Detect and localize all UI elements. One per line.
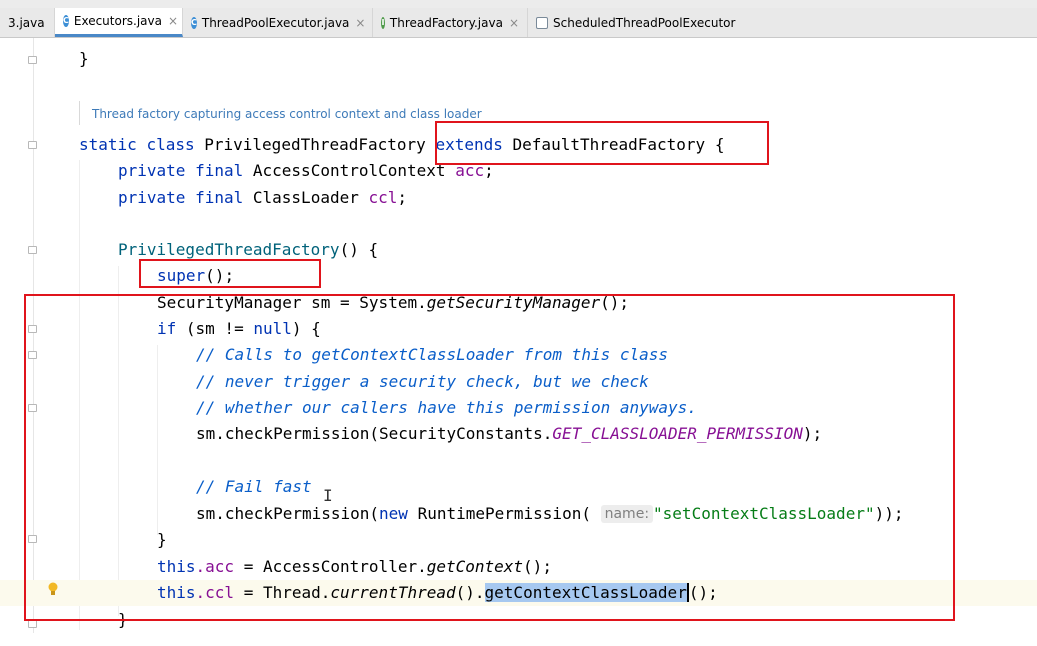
code-line: } [79, 49, 89, 68]
annotation-box-body [24, 294, 955, 621]
annotation-box-super [139, 259, 321, 288]
annotation-box-extends [435, 121, 769, 165]
code-line: private final ClassLoader ccl; [118, 188, 408, 207]
